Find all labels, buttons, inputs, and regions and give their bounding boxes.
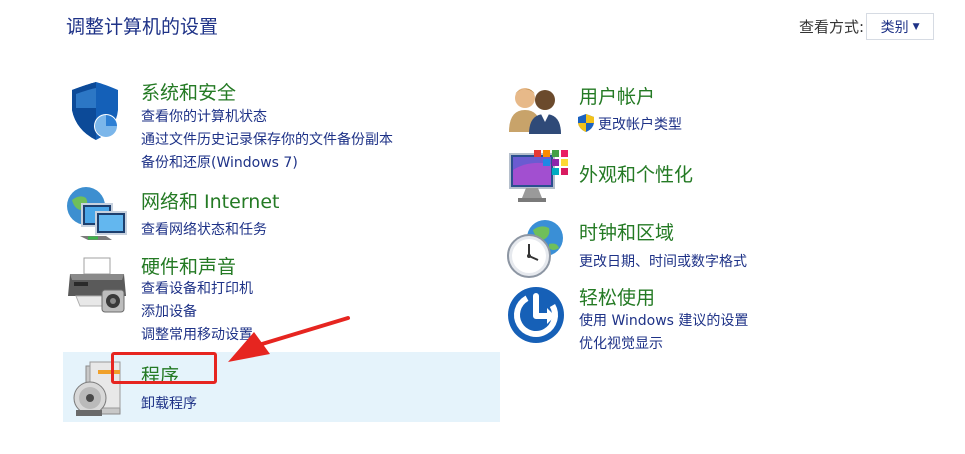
link-windows-recommended-settings[interactable]: 使用 Windows 建议的设置 bbox=[579, 310, 748, 330]
category-title-system-security[interactable]: 系统和安全 bbox=[141, 78, 236, 105]
link-change-account-type[interactable]: 更改帐户类型 bbox=[598, 114, 682, 134]
link-add-device[interactable]: 添加设备 bbox=[141, 301, 197, 321]
network-globe-icon bbox=[67, 187, 127, 240]
link-devices-printers[interactable]: 查看设备和打印机 bbox=[141, 278, 253, 298]
category-title-user-accounts[interactable]: 用户帐户 bbox=[579, 82, 655, 109]
link-view-computer-status[interactable]: 查看你的计算机状态 bbox=[141, 106, 267, 126]
view-by-value: 类别 bbox=[880, 19, 909, 36]
category-title-clock-region[interactable]: 时钟和区域 bbox=[579, 218, 674, 245]
monitor-tiles-icon bbox=[509, 150, 568, 202]
category-title-hardware[interactable]: 硬件和声音 bbox=[141, 252, 236, 279]
chevron-down-icon: ▼ bbox=[912, 21, 920, 32]
shield-icon bbox=[72, 82, 118, 140]
view-by-label: 查看方式: bbox=[799, 18, 865, 36]
link-optimize-visual-display[interactable]: 优化视觉显示 bbox=[579, 333, 663, 353]
ease-of-access-icon bbox=[508, 287, 564, 343]
link-uninstall-program[interactable]: 卸载程序 bbox=[141, 393, 197, 413]
printer-icon bbox=[68, 257, 126, 313]
users-icon bbox=[509, 88, 561, 134]
annotation-highlight-box bbox=[111, 352, 217, 384]
page-title: 调整计算机的设置 bbox=[66, 16, 219, 38]
category-title-network[interactable]: 网络和 Internet bbox=[141, 187, 279, 214]
category-title-appearance[interactable]: 外观和个性化 bbox=[579, 160, 693, 187]
uac-shield-icon bbox=[578, 114, 594, 132]
category-title-ease-of-access[interactable]: 轻松使用 bbox=[579, 283, 655, 310]
link-backup-restore-win7[interactable]: 备份和还原(Windows 7) bbox=[141, 152, 298, 172]
clock-globe-icon bbox=[507, 220, 563, 278]
link-change-date-time-format[interactable]: 更改日期、时间或数字格式 bbox=[579, 251, 747, 271]
link-mobility-settings[interactable]: 调整常用移动设置 bbox=[141, 324, 253, 344]
link-network-status-tasks[interactable]: 查看网络状态和任务 bbox=[141, 219, 267, 239]
view-by-dropdown[interactable]: 类别 ▼ bbox=[866, 13, 935, 40]
view-by-control: 查看方式: 类别 ▼ bbox=[799, 13, 935, 40]
link-file-history-backup[interactable]: 通过文件历史记录保存你的文件备份副本 bbox=[141, 129, 393, 149]
